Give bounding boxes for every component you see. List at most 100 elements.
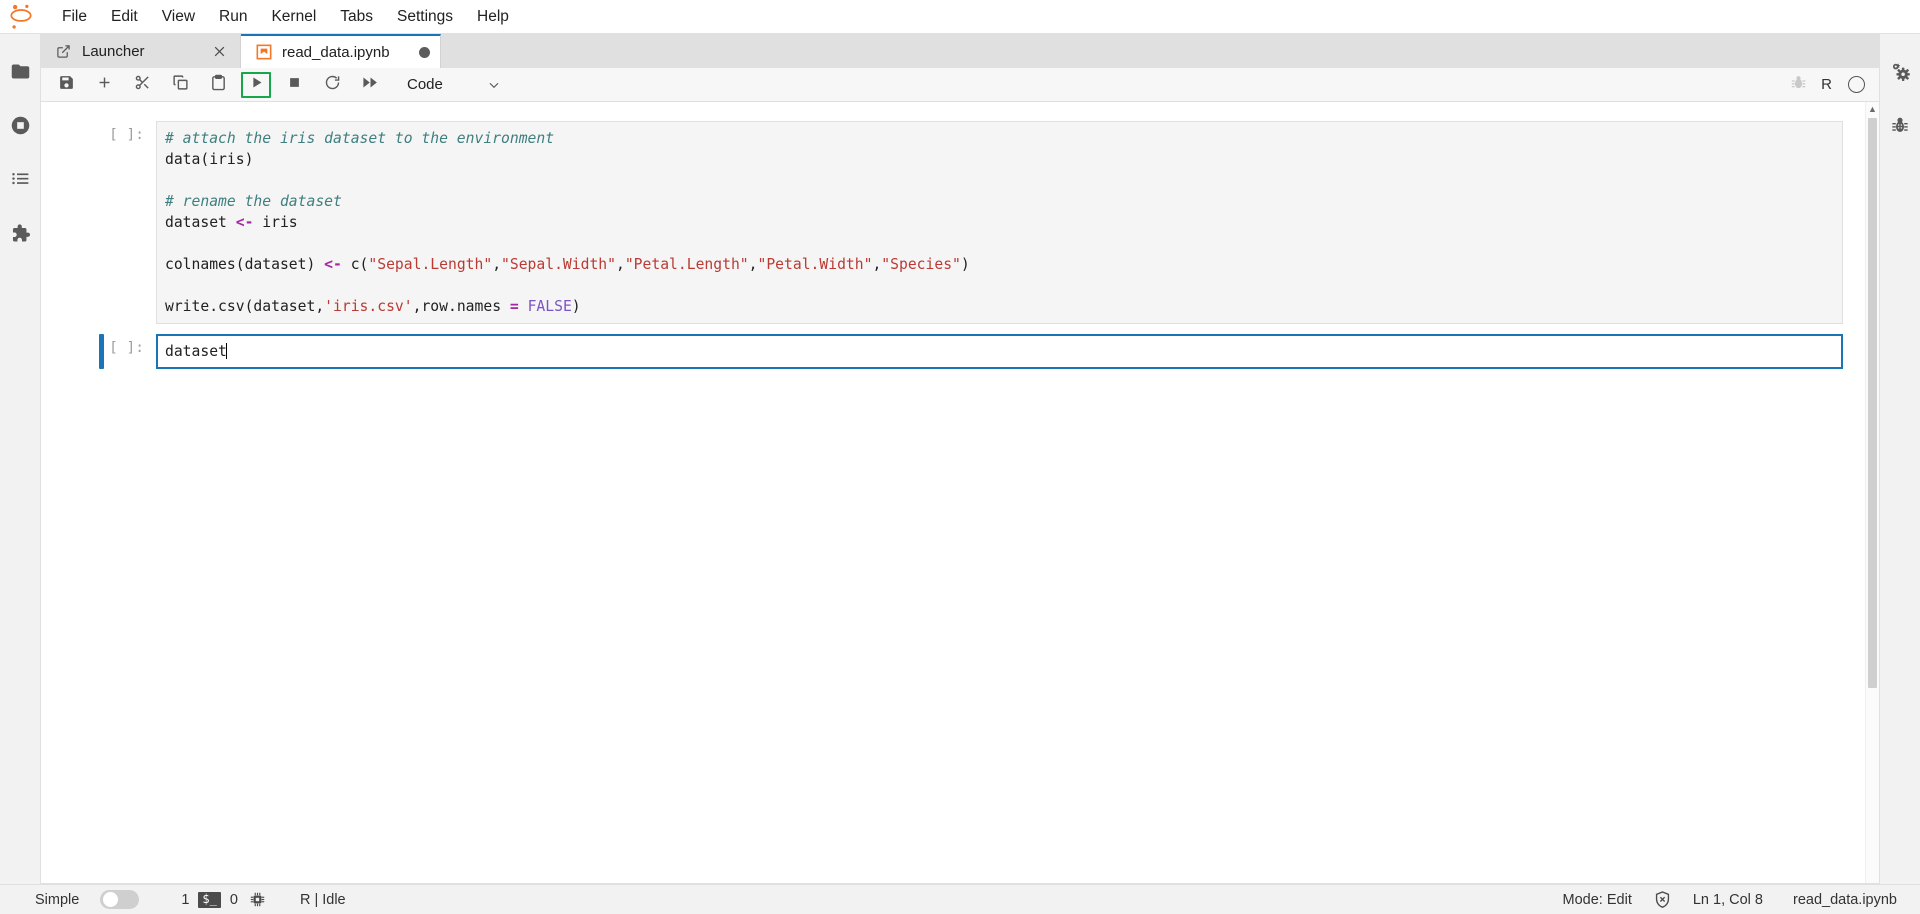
sidebar-debugger[interactable] — [1880, 98, 1920, 152]
code-line: dataset <- iris — [165, 212, 1834, 233]
code-token: data(iris) — [165, 151, 254, 168]
code-token: "Sepal.Width" — [501, 256, 616, 273]
kernel-name-label[interactable]: R — [1821, 76, 1832, 93]
restart-kernel-button[interactable] — [317, 72, 347, 98]
code-token: ) — [571, 298, 581, 315]
code-token: , — [616, 256, 625, 273]
code-cell-2[interactable]: [ ]: dataset — [41, 329, 1865, 374]
code-line: data(iris) — [165, 149, 1834, 170]
code-token: iris — [253, 214, 298, 231]
code-line: dataset — [165, 341, 1834, 362]
code-line: # rename the dataset — [165, 191, 1834, 212]
extension-puzzle-icon — [10, 223, 31, 244]
run-icon — [249, 75, 264, 95]
left-sidebar — [0, 34, 41, 884]
terminal-count: 0 — [229, 891, 238, 908]
code-token: FALSE — [527, 298, 572, 315]
menu-bar: File Edit View Run Kernel Tabs Settings … — [0, 0, 1920, 34]
simple-mode-label: Simple — [35, 891, 80, 908]
cell-2-prompt: [ ]: — [109, 340, 144, 356]
menu-file[interactable]: File — [50, 4, 99, 30]
code-token: dataset — [165, 343, 227, 360]
paste-cells-button[interactable] — [203, 72, 233, 98]
status-bar: Simple 1 $_ 0 R | Idle Mode: Edit Ln 1, … — [0, 884, 1920, 914]
jupyter-logo-icon — [4, 2, 38, 32]
scrollbar-thumb[interactable] — [1868, 118, 1877, 688]
scroll-up-arrow-icon[interactable]: ▲ — [1866, 102, 1879, 116]
sidebar-extension-manager[interactable] — [0, 206, 41, 260]
gears-icon — [1890, 61, 1911, 82]
code-token: "Sepal.Length" — [368, 256, 493, 273]
terminal-icon: $_ — [198, 891, 221, 908]
sidebar-running-terminals[interactable] — [0, 98, 41, 152]
code-token: , — [492, 256, 502, 273]
menu-tabs[interactable]: Tabs — [328, 4, 385, 30]
folder-icon — [10, 61, 31, 82]
main-area: Launcher read_data.ipynb Code R []: # a… — [41, 34, 1879, 884]
save-button[interactable] — [51, 72, 81, 98]
notebook-scrollbar[interactable]: ▲ — [1865, 102, 1879, 883]
code-token: # rename the dataset — [165, 193, 342, 210]
cpu-chip-icon — [249, 891, 266, 908]
code-token: "Petal.Length" — [624, 256, 749, 273]
status-right-group: Mode: Edit Ln 1, Col 8 read_data.ipynb — [1554, 885, 1906, 914]
code-token: , — [872, 256, 882, 273]
simple-mode-toggle[interactable] — [100, 890, 140, 909]
code-cell-1[interactable]: [ ]: # attach the iris dataset to the en… — [41, 116, 1865, 329]
code-line: write.csv(dataset,'iris.csv',row.names =… — [165, 296, 1834, 317]
tab-bar: Launcher read_data.ipynb — [41, 34, 1879, 68]
code-line: # attach the iris dataset to the environ… — [165, 128, 1834, 149]
menu-view[interactable]: View — [150, 4, 207, 30]
code-token: # attach the iris dataset to the environ… — [165, 130, 555, 147]
menu-kernel[interactable]: Kernel — [259, 4, 328, 30]
status-left-group: Simple 1 $_ 0 R | Idle — [26, 885, 355, 914]
menu-settings[interactable]: Settings — [385, 4, 465, 30]
current-filename-label[interactable]: read_data.ipynb — [1784, 885, 1906, 914]
code-token: c( — [341, 256, 369, 273]
code-token: ) — [960, 256, 970, 273]
cell-2-editor[interactable]: dataset — [156, 334, 1843, 369]
notebook-icon — [255, 44, 272, 61]
cell-1-editor[interactable]: # attach the iris dataset to the environ… — [156, 121, 1843, 324]
debugger-toggle-button[interactable] — [1790, 74, 1807, 95]
notebook-trust-status[interactable] — [1641, 885, 1684, 914]
restart-run-all-button[interactable] — [355, 72, 385, 98]
kernel-session-count: 1 — [181, 891, 190, 908]
cut-cells-button[interactable] — [127, 72, 157, 98]
interrupt-kernel-button[interactable] — [279, 72, 309, 98]
menu-help[interactable]: Help — [465, 4, 521, 30]
menu-edit[interactable]: Edit — [99, 4, 150, 30]
code-token: dataset — [165, 214, 236, 231]
close-icon[interactable] — [208, 40, 230, 62]
bug-icon — [1890, 115, 1910, 135]
menu-run[interactable]: Run — [207, 4, 259, 30]
run-cell-button[interactable] — [241, 71, 271, 98]
kernel-sessions-item[interactable]: 1 $_ 0 — [165, 885, 275, 914]
stop-icon — [287, 75, 302, 95]
fast-forward-icon — [362, 74, 379, 96]
code-token: 'iris.csv' — [324, 298, 413, 315]
tab-launcher[interactable]: Launcher — [41, 34, 241, 68]
insert-cell-button[interactable] — [89, 72, 119, 98]
tab-read-data-label: read_data.ipynb — [282, 43, 390, 61]
cell-type-dropdown[interactable]: Code — [403, 72, 505, 98]
text-cursor — [225, 343, 227, 359]
notebook-panel: [ ]: # attach the iris dataset to the en… — [41, 102, 1879, 884]
cell-1-prompt: [ ]: — [109, 127, 144, 143]
unsaved-changes-dot[interactable] — [419, 46, 430, 58]
cursor-position-label[interactable]: Ln 1, Col 8 — [1684, 885, 1772, 914]
sidebar-property-inspector[interactable] — [1880, 44, 1920, 98]
copy-icon — [172, 74, 189, 96]
notebook-toolbar: Code R — [41, 68, 1879, 102]
code-token: colnames(dataset) — [165, 256, 325, 273]
copy-cells-button[interactable] — [165, 72, 195, 98]
kernel-status-label[interactable]: R | Idle — [291, 885, 355, 914]
sidebar-file-browser[interactable] — [0, 44, 41, 98]
editor-mode-label[interactable]: Mode: Edit — [1554, 885, 1641, 914]
sidebar-table-of-contents[interactable] — [0, 152, 41, 206]
code-token: "Species" — [881, 256, 961, 273]
application-shell: Launcher read_data.ipynb Code R []: # a… — [0, 34, 1920, 884]
tab-read-data-notebook[interactable]: read_data.ipynb — [241, 34, 441, 68]
plus-icon — [96, 74, 113, 96]
